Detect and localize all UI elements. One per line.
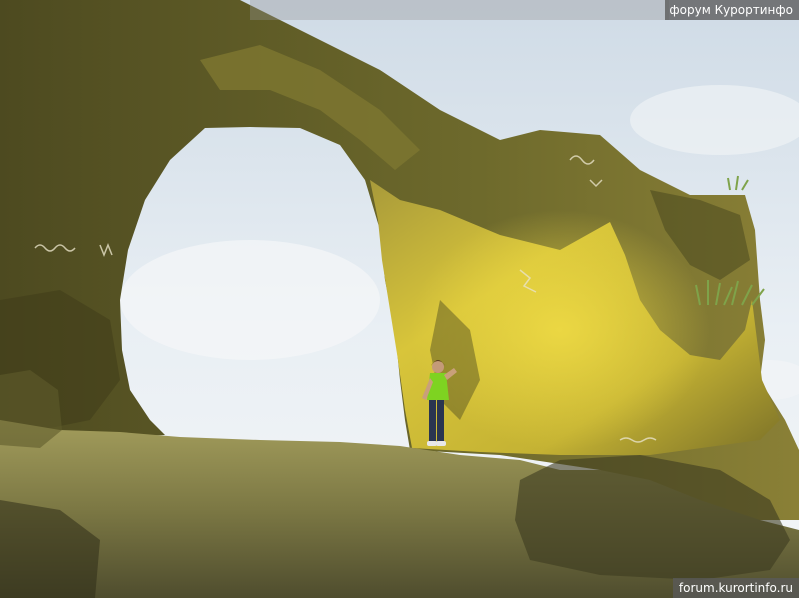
watermark-top: форум Курортинфо bbox=[665, 0, 799, 20]
rock-arch-photo bbox=[0, 0, 799, 598]
cloud bbox=[120, 240, 380, 360]
watermark-band bbox=[250, 0, 669, 20]
photo: форум Курортинфо forum.kurortinfo.ru bbox=[0, 0, 799, 598]
watermark-bottom: forum.kurortinfo.ru bbox=[672, 578, 799, 598]
